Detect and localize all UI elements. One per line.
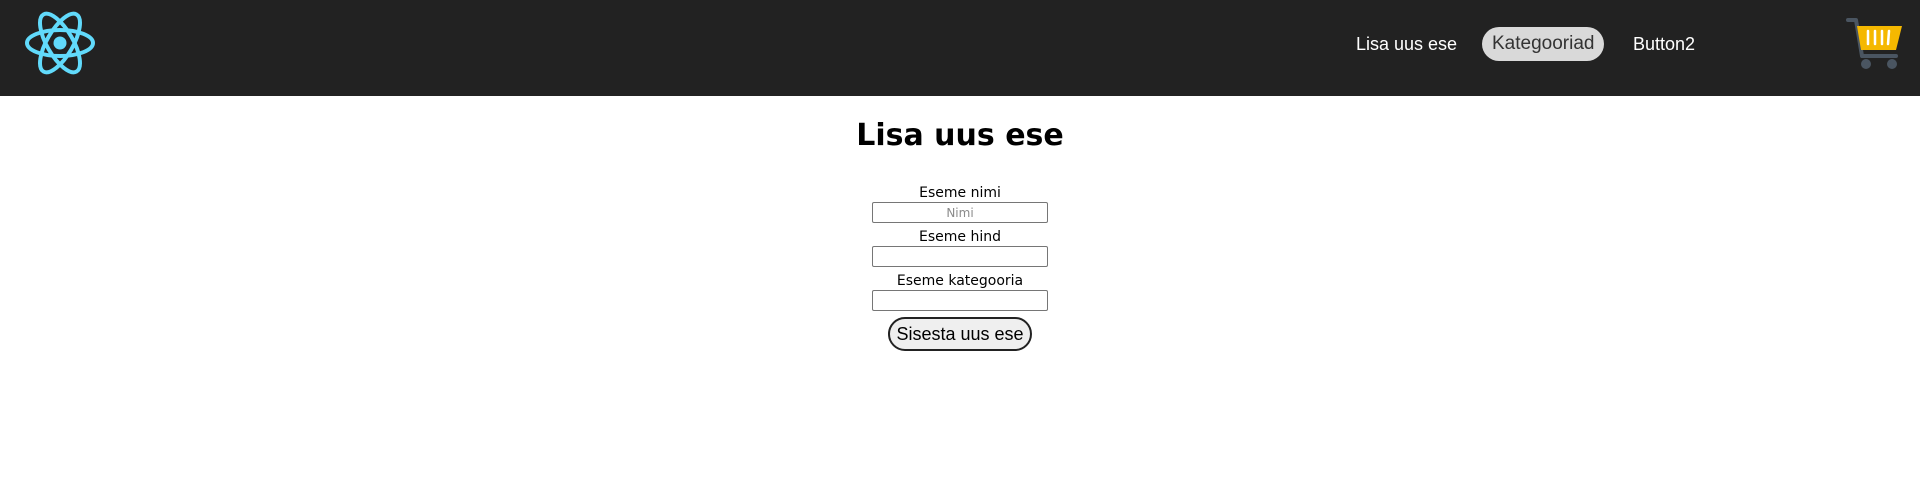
- navbar: Lisa uus ese Kategooriad Button2: [0, 0, 1920, 96]
- shopping-cart-icon[interactable]: [1846, 16, 1904, 70]
- nav-link-button2[interactable]: Button2: [1623, 27, 1705, 61]
- item-name-label: Eseme nimi: [919, 185, 1001, 201]
- item-category-label: Eseme kategooria: [896, 273, 1024, 289]
- submit-new-item-button[interactable]: Sisesta uus ese: [888, 317, 1032, 351]
- react-atom-icon[interactable]: [24, 10, 96, 76]
- add-item-form: Eseme nimi Eseme hind Eseme kategooria S…: [872, 184, 1048, 351]
- main-content: Lisa uus ese Eseme nimi Eseme hind Eseme…: [0, 96, 1920, 492]
- item-category-input[interactable]: [872, 290, 1048, 311]
- item-name-input[interactable]: [872, 202, 1048, 223]
- nav-link-categories[interactable]: Kategooriad: [1482, 27, 1605, 61]
- nav-link-add-item[interactable]: Lisa uus ese: [1346, 27, 1467, 61]
- page-title: Lisa uus ese: [856, 118, 1064, 153]
- item-price-label: Eseme hind: [919, 229, 1001, 245]
- item-price-input[interactable]: [872, 246, 1048, 267]
